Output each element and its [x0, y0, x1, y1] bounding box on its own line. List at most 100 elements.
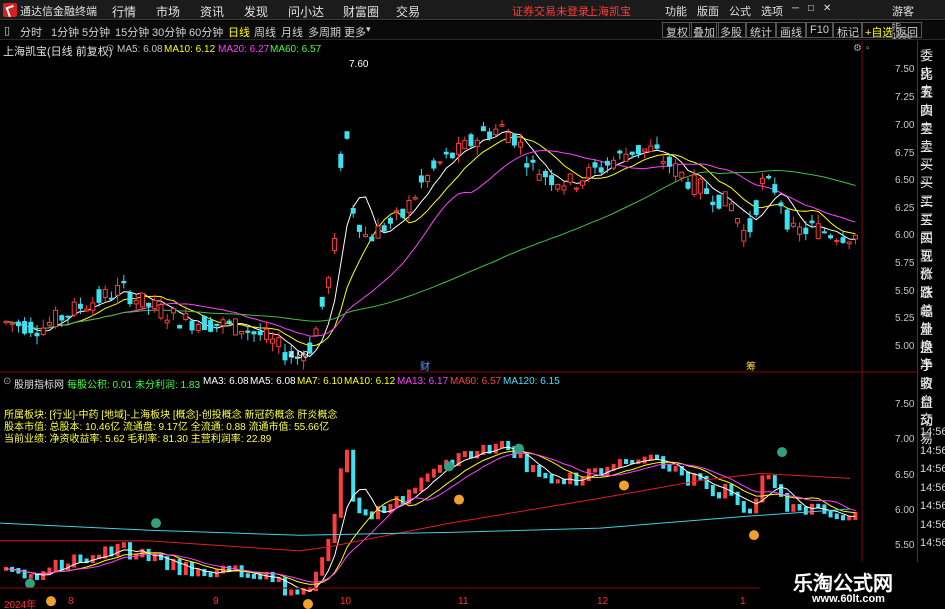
- candle-body: [648, 145, 654, 152]
- candle-body: [257, 330, 263, 336]
- menu-discover[interactable]: 发现: [244, 3, 268, 20]
- indicator-bar: [295, 589, 300, 595]
- y-tick: 7.00: [895, 120, 915, 131]
- candle-body: [846, 241, 852, 245]
- candle-body: [146, 302, 152, 307]
- candle-body: [418, 175, 424, 183]
- indicator-bar: [413, 487, 418, 494]
- candle-body: [852, 234, 858, 240]
- period-tab[interactable]: 15分钟: [115, 24, 149, 40]
- settings-icon[interactable]: ⚙: [853, 43, 862, 54]
- chart-header: 上海凯宝(日线 前复权): [3, 46, 113, 58]
- indicator-bar: [462, 451, 467, 458]
- ma-toggle-icon[interactable]: ⊙: [106, 43, 114, 54]
- multi-stock-button[interactable]: 多股: [716, 22, 746, 39]
- ma10-value: MA10: 6.12: [164, 44, 216, 55]
- candle-body: [815, 223, 821, 240]
- candle-body: [164, 319, 170, 324]
- indicator-bar: [332, 513, 337, 544]
- indicator-toggle-icon[interactable]: ⊙: [3, 376, 11, 387]
- menu-fortune[interactable]: 财富圈: [343, 3, 379, 20]
- menu-ask[interactable]: 问小达: [288, 3, 324, 20]
- candle-body: [598, 167, 604, 173]
- candle-body: [276, 337, 282, 348]
- candle-body: [412, 197, 418, 200]
- candle-body: [214, 323, 220, 326]
- period-tab[interactable]: 周线: [254, 24, 276, 40]
- indicator-bar: [593, 468, 597, 473]
- period-tab-more[interactable]: 更多: [344, 24, 366, 40]
- candle-body: [468, 134, 474, 147]
- indicator-bar: [667, 464, 672, 472]
- menu-formula[interactable]: 公式: [729, 3, 751, 19]
- indicator-bar: [562, 479, 566, 485]
- maximize-icon[interactable]: □: [808, 3, 814, 14]
- menu-quotes[interactable]: 行情: [112, 3, 136, 20]
- menu-layout[interactable]: 版面: [697, 3, 719, 19]
- period-tab[interactable]: 60分钟: [189, 24, 223, 40]
- kline-chart[interactable]: [0, 41, 917, 609]
- indicator-bar: [717, 492, 721, 499]
- statistics-button[interactable]: 统计: [746, 22, 776, 39]
- overlay-button[interactable]: 叠加: [689, 22, 719, 39]
- y-tick: 6.75: [895, 148, 915, 159]
- x-tick: 12: [597, 596, 609, 607]
- period-tab[interactable]: 月线: [281, 24, 303, 40]
- chip-marker[interactable]: 筹: [746, 358, 756, 373]
- x-tick: 11: [458, 596, 469, 607]
- quote-side-panel: 委比 卖五 卖四 卖三 卖二 卖一 买一 买二 买三 买四 买五 现价 涨跌 涨幅 总量 外盘 换手 净资 收益 自动…: [917, 41, 945, 609]
- menu-trade[interactable]: 交易: [396, 3, 420, 20]
- f10-button[interactable]: F10: [806, 22, 833, 38]
- indicator-bar: [506, 440, 511, 451]
- menu-news[interactable]: 资讯: [200, 3, 224, 20]
- minimize-icon[interactable]: ─: [792, 3, 799, 14]
- ind-y-tick: 6.50: [895, 470, 915, 481]
- ind-field: MA5: 6.08: [250, 376, 296, 387]
- candle-body: [772, 184, 778, 193]
- ma20-value: MA20: 6.27: [218, 44, 270, 55]
- candle-body: [400, 208, 406, 218]
- period-tab[interactable]: 30分钟: [152, 24, 186, 40]
- indicator-bar: [208, 572, 213, 578]
- indicator-bar: [723, 483, 728, 499]
- menu-function[interactable]: 功能: [665, 3, 687, 19]
- indicator-bar: [227, 565, 232, 572]
- high-price-label: 7.60: [349, 59, 369, 70]
- candle-body: [108, 297, 114, 300]
- info-line: 当前业绩: 净资收益率: 5.62 毛利率: 81.30 主营利润率: 22.8…: [4, 434, 272, 445]
- menu-market[interactable]: 市场: [156, 3, 180, 20]
- period-tab[interactable]: 5分钟: [82, 24, 110, 40]
- adjust-button[interactable]: 复权: [662, 22, 692, 39]
- ind-ma120-line: [0, 508, 851, 536]
- finance-marker[interactable]: 财: [420, 358, 430, 373]
- candle-body: [263, 328, 269, 340]
- candle-body: [375, 225, 381, 239]
- candle-body: [90, 302, 96, 311]
- tab-icon[interactable]: ▯: [4, 24, 10, 37]
- candle-body: [480, 126, 486, 132]
- indicator-bar: [537, 465, 542, 477]
- candle-body: [325, 277, 331, 288]
- period-tab[interactable]: 分时: [20, 24, 42, 40]
- period-tab[interactable]: 1分钟: [51, 24, 79, 40]
- candle-body: [673, 163, 679, 177]
- indicator-bar: [326, 539, 331, 562]
- menubar: 通达信金融终端 行情 市场 资讯 发现 问小达 财富圈 交易 证券交易未登录 上…: [0, 0, 945, 20]
- indicator-bar: [90, 555, 95, 564]
- candle-body: [84, 308, 90, 312]
- login-notice[interactable]: 证券交易未登录: [512, 3, 589, 19]
- chevron-down-icon[interactable]: ▾: [366, 24, 371, 35]
- close-icon[interactable]: ✕: [823, 3, 831, 14]
- x-tick: 8: [68, 596, 74, 607]
- candle-body: [282, 352, 288, 361]
- period-tab-active[interactable]: 日线: [228, 24, 250, 40]
- period-tab[interactable]: 多周期: [308, 24, 341, 40]
- indicator-bar: [500, 440, 504, 448]
- draw-line-button[interactable]: 画线: [776, 22, 806, 39]
- candle-body: [821, 231, 827, 234]
- menu-options[interactable]: 选项: [761, 3, 783, 19]
- mark-button[interactable]: 标记: [833, 22, 863, 39]
- candle-body: [121, 280, 127, 284]
- candle-body: [239, 330, 245, 335]
- candle-body: [127, 292, 133, 305]
